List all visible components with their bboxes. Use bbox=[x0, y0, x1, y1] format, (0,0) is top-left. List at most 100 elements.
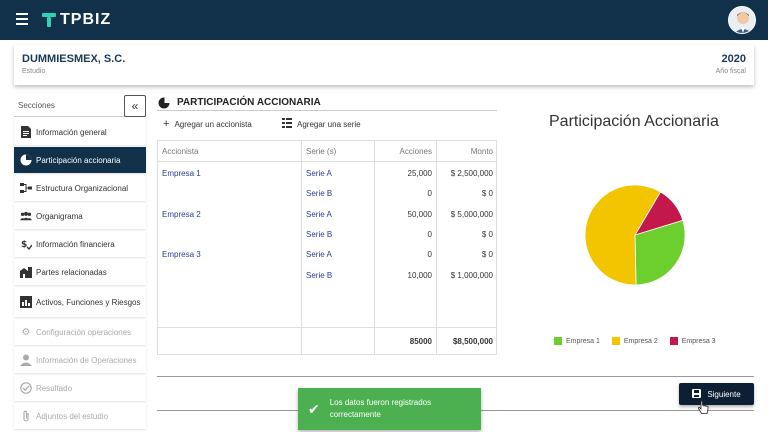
amount-value: $ 0 bbox=[481, 230, 493, 239]
add-series-button[interactable]: Agregar una serie bbox=[282, 118, 361, 131]
page-title: PARTICIPACIÓN ACCIONARIA bbox=[177, 97, 321, 108]
table-footer-divider bbox=[158, 327, 496, 328]
sidebar-item-label: Configuración operaciones bbox=[36, 327, 132, 337]
sidebar-item-label: Activos, Funciones y Riesgos bbox=[36, 297, 141, 307]
next-button-label: Siguiente bbox=[707, 389, 741, 399]
legend-label: Empresa 1 bbox=[566, 337, 600, 345]
column-header-accionista: Accionista bbox=[162, 147, 199, 156]
add-shareholder-label: Agregar un accionista bbox=[174, 119, 252, 129]
sidebar-item-label: Información financiera bbox=[36, 239, 115, 249]
hand-cursor-icon bbox=[697, 400, 709, 418]
table-header: Accionista Serie (s) Acciones Monto bbox=[158, 141, 496, 162]
chart-title: Participación Accionaria bbox=[549, 113, 719, 130]
column-header-serie: Serie (s) bbox=[306, 147, 337, 156]
toast-message: Los datos fueron registrados correctamen… bbox=[329, 398, 432, 419]
org-structure-icon bbox=[20, 182, 32, 194]
shares-value: 0 bbox=[427, 189, 432, 198]
shareholders-table: Accionista Serie (s) Acciones Monto Empr… bbox=[157, 140, 497, 355]
plus-icon: + bbox=[163, 118, 170, 130]
shares-value: 0 bbox=[427, 250, 432, 259]
pie-chart bbox=[584, 184, 686, 286]
logo-icon bbox=[42, 13, 56, 27]
check-circle-icon bbox=[20, 382, 32, 394]
paperclip-icon bbox=[20, 410, 32, 422]
sidebar-item-adjuntos-estudio[interactable]: Adjuntos del estudio bbox=[14, 403, 146, 429]
pie-chart-icon bbox=[158, 97, 170, 109]
amount-value: $ 0 bbox=[481, 250, 493, 259]
company-header: DUMMIESMEX, S.C. Estudio 2020 Año fiscal bbox=[14, 45, 754, 85]
sidebar-item-label: Información de Operaciones bbox=[36, 355, 137, 365]
amount-value: $ 1,000,000 bbox=[450, 271, 493, 280]
sidebar-item-label: Partes relacionadas bbox=[36, 267, 107, 277]
money-icon: $ bbox=[20, 238, 32, 250]
sidebar-item-activos-funciones-riesgos[interactable]: Activos, Funciones y Riesgos bbox=[14, 287, 146, 317]
brand-name: TPBIZ bbox=[60, 11, 112, 28]
shares-value: 0 bbox=[427, 230, 432, 239]
save-icon bbox=[692, 388, 702, 400]
add-series-label: Agregar una serie bbox=[297, 120, 361, 129]
sidebar-item-partes-relacionadas[interactable]: Partes relacionadas bbox=[14, 259, 146, 285]
fiscal-year-label: Año fiscal bbox=[715, 68, 746, 75]
sidebar-item-informacion-general[interactable]: Información general bbox=[14, 119, 146, 145]
sidebar-item-label: Información general bbox=[36, 127, 107, 137]
list-icon bbox=[282, 118, 292, 131]
sidebar-item-informacion-operaciones[interactable]: Información de Operaciones bbox=[14, 347, 146, 373]
shareholder-name[interactable]: Empresa 2 bbox=[162, 210, 201, 219]
amount-value: $ 5,000,000 bbox=[450, 210, 493, 219]
shareholder-name[interactable]: Empresa 1 bbox=[162, 169, 201, 178]
series-name[interactable]: Serie A bbox=[306, 250, 332, 259]
check-icon: ✔ bbox=[308, 400, 320, 417]
sidebar-item-participacion-accionaria[interactable]: Participación accionaria bbox=[14, 147, 146, 173]
legend-swatch bbox=[611, 337, 620, 345]
gears-icon: ⚙ bbox=[21, 326, 31, 338]
sidebar-item-label: Participación accionaria bbox=[36, 155, 121, 165]
sidebar: Secciones « Información general Particip… bbox=[14, 95, 146, 429]
svg-text:$: $ bbox=[21, 240, 27, 250]
sidebar-item-label: Resultado bbox=[36, 383, 73, 393]
series-name[interactable]: Serie B bbox=[306, 189, 332, 198]
column-divider bbox=[301, 141, 302, 354]
sidebar-item-configuracion-operaciones[interactable]: ⚙ Configuración operaciones bbox=[14, 319, 146, 345]
double-chevron-left-icon: « bbox=[131, 99, 139, 113]
footer-divider bbox=[157, 376, 754, 377]
sidebar-item-resultado[interactable]: Resultado bbox=[14, 375, 146, 401]
sidebar-item-informacion-financiera[interactable]: $ Información financiera bbox=[14, 231, 146, 257]
pie-chart-icon bbox=[20, 154, 32, 166]
avatar-icon bbox=[729, 7, 755, 33]
series-name[interactable]: Serie A bbox=[306, 210, 332, 219]
next-button[interactable]: Siguiente bbox=[679, 383, 754, 405]
shareholder-name[interactable]: Empresa 3 bbox=[162, 250, 201, 259]
amount-value: $ 0 bbox=[481, 189, 493, 198]
sidebar-item-label: Organigrama bbox=[36, 211, 83, 221]
menu-icon[interactable] bbox=[16, 13, 28, 25]
total-amount: $8,500,000 bbox=[452, 337, 493, 346]
shares-value: 25,000 bbox=[407, 169, 432, 178]
legend-swatch bbox=[669, 337, 678, 345]
company-name: DUMMIESMEX, S.C. bbox=[22, 53, 126, 65]
person-icon bbox=[20, 354, 32, 366]
legend-item[interactable]: Empresa 3 bbox=[669, 337, 716, 345]
column-divider bbox=[374, 141, 375, 354]
chart-legend: Empresa 1 Empresa 2 Empresa 3 bbox=[554, 337, 728, 345]
column-divider bbox=[436, 141, 437, 354]
sidebar-title: Secciones bbox=[18, 101, 55, 110]
legend-item[interactable]: Empresa 1 bbox=[554, 337, 600, 345]
success-toast: ✔ Los datos fueron registrados correctam… bbox=[298, 388, 481, 430]
sidebar-item-label: Estructura Organizacional bbox=[36, 183, 129, 193]
sidebar-item-organigrama[interactable]: Organigrama bbox=[14, 203, 146, 229]
add-shareholder-button[interactable]: + Agregar un accionista bbox=[163, 118, 252, 130]
sidebar-item-label: Adjuntos del estudio bbox=[36, 411, 109, 421]
top-bar: TPBIZ bbox=[0, 0, 768, 40]
series-name[interactable]: Serie B bbox=[306, 230, 332, 239]
people-icon bbox=[20, 210, 32, 222]
legend-item[interactable]: Empresa 2 bbox=[611, 337, 658, 345]
series-name[interactable]: Serie B bbox=[306, 271, 332, 280]
sidebar-item-estructura-organizacional[interactable]: Estructura Organizacional bbox=[14, 175, 146, 201]
legend-swatch bbox=[554, 337, 562, 345]
series-name[interactable]: Serie A bbox=[306, 169, 332, 178]
shares-value: 10,000 bbox=[407, 271, 432, 280]
sidebar-header: Secciones « bbox=[14, 95, 146, 117]
avatar[interactable] bbox=[728, 6, 756, 34]
collapse-sidebar-button[interactable]: « bbox=[124, 95, 146, 117]
shares-value: 50,000 bbox=[407, 210, 432, 219]
